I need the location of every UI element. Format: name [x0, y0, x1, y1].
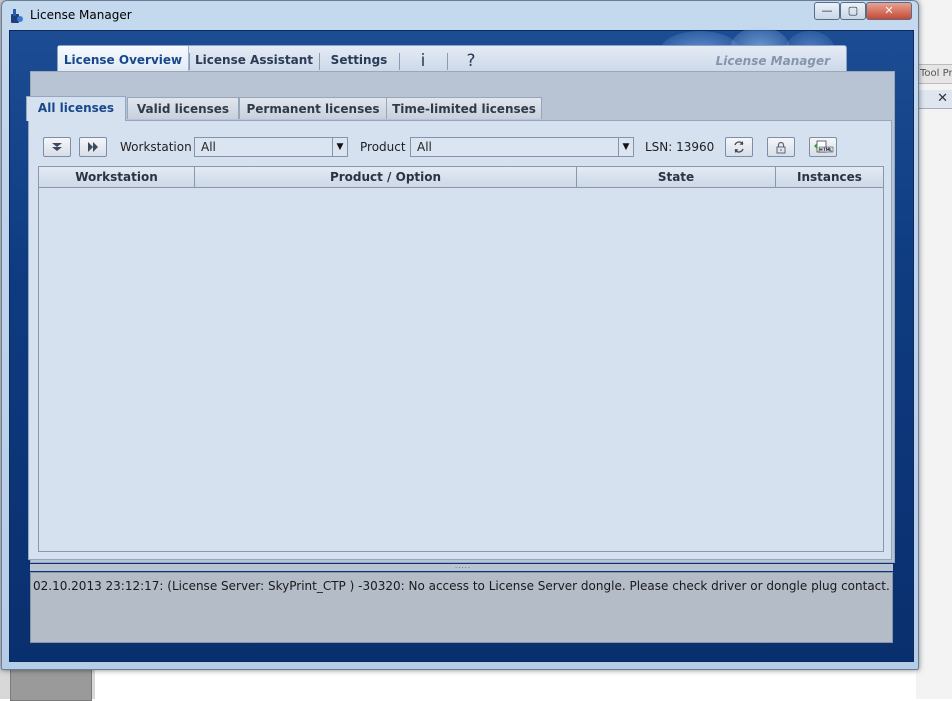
export-html-button[interactable] — [809, 137, 837, 157]
tab-permanent-licenses[interactable]: Permanent licenses — [239, 97, 387, 119]
close-icon[interactable]: ✕ — [937, 91, 948, 106]
workstation-select-value: All — [201, 140, 216, 154]
workstation-select[interactable]: All ▼ — [194, 137, 348, 157]
tab-time-limited-licenses[interactable]: Time-limited licenses — [386, 97, 542, 119]
column-header-workstation[interactable]: Workstation — [39, 167, 195, 187]
window-title: License Manager — [30, 8, 132, 22]
refresh-button[interactable] — [725, 137, 753, 157]
lock-button[interactable] — [767, 137, 795, 157]
product-label: Product — [360, 140, 406, 154]
refresh-icon — [734, 141, 744, 153]
tab-content: Workstation All ▼ Product All ▼ LSN: 139… — [28, 120, 892, 560]
workstation-label: Workstation — [120, 140, 192, 154]
product-select-value: All — [417, 140, 432, 154]
double-chevron-down-icon — [52, 143, 62, 151]
double-chevron-right-icon — [88, 142, 98, 152]
brand-logo: License Manager — [715, 54, 830, 68]
tab-valid-licenses[interactable]: Valid licenses — [127, 97, 239, 119]
licenses-table: Workstation Product / Option State Insta… — [38, 166, 884, 552]
log-message: 02.10.2013 23:12:17: (License Server: Sk… — [33, 579, 890, 593]
license-overview-panel: All licenses Valid licenses Permanent li… — [26, 71, 895, 563]
lock-icon — [776, 141, 786, 154]
background-window-right: Tool Pr ✕ — [916, 0, 952, 699]
minimize-button[interactable]: — — [814, 2, 840, 20]
app-icon — [11, 9, 23, 23]
client-area: License Overview License Assistant Setti… — [9, 27, 914, 662]
close-button[interactable]: ✕ — [866, 2, 912, 20]
product-select[interactable]: All ▼ — [410, 137, 634, 157]
background-close-strip: ✕ — [916, 90, 952, 109]
background-tool-label: Tool Pr — [916, 64, 952, 84]
collapse-all-button[interactable] — [79, 137, 107, 157]
tab-all-licenses[interactable]: All licenses — [26, 96, 126, 121]
column-header-instances[interactable]: Instances — [776, 167, 883, 187]
chevron-down-icon[interactable]: ▼ — [332, 138, 347, 156]
column-header-state[interactable]: State — [577, 167, 776, 187]
title-bar[interactable]: License Manager — ▢ ✕ — [2, 1, 918, 31]
column-header-product-option[interactable]: Product / Option — [195, 167, 577, 187]
chevron-down-icon[interactable]: ▼ — [618, 138, 633, 156]
divider-grip-icon: ..... — [455, 562, 472, 570]
table-header: Workstation Product / Option State Insta… — [39, 167, 883, 188]
expand-all-button[interactable] — [43, 137, 71, 157]
maximize-button[interactable]: ▢ — [840, 2, 866, 20]
lsn-label: LSN: 13960 — [645, 140, 715, 154]
html-export-icon — [814, 140, 834, 153]
license-manager-window: License Manager — ▢ ✕ License Overview L… — [1, 0, 919, 670]
split-pane-divider[interactable]: ..... — [30, 562, 893, 571]
message-log: 02.10.2013 23:12:17: (License Server: Sk… — [30, 572, 893, 643]
